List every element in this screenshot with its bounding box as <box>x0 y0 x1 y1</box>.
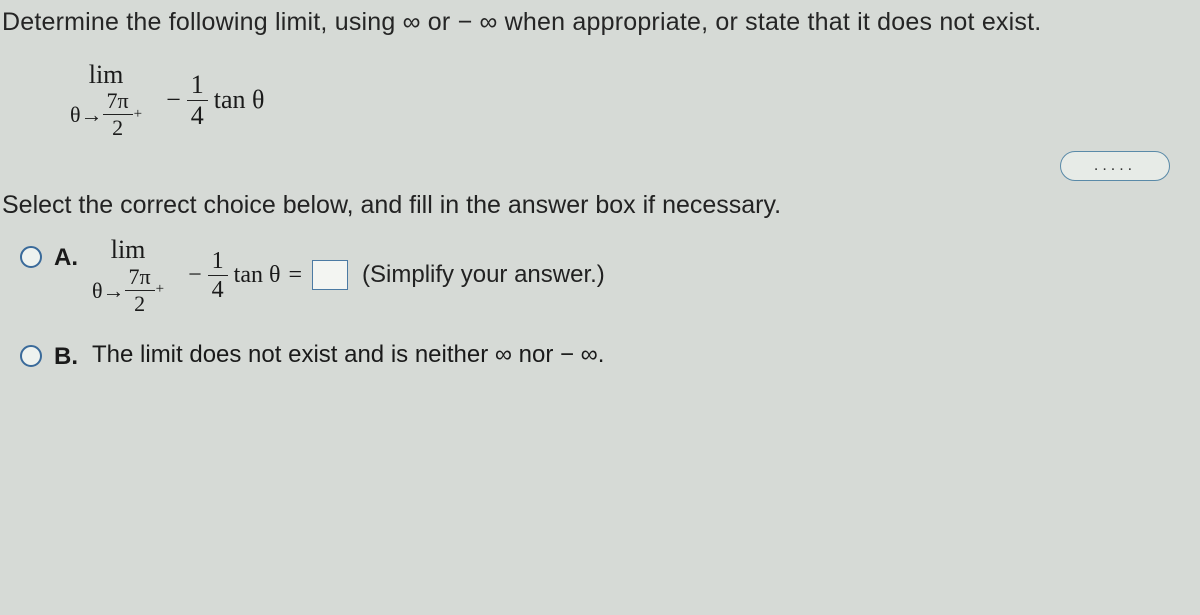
coef-num: 1 <box>187 72 208 101</box>
limit-target-fraction: 7π 2 <box>103 90 133 139</box>
choice-a-label: A. <box>54 244 78 272</box>
theta-arrow: θ→ <box>70 103 103 126</box>
equals-sign: = <box>289 262 303 289</box>
lim-word-a: lim <box>111 236 146 263</box>
radio-a[interactable] <box>20 246 42 268</box>
choice-b-label: B. <box>54 343 78 371</box>
frac-num-a: 7π <box>125 266 155 291</box>
choice-a-body: lim θ→ 7π 2 + − 1 4 tan θ = <box>92 240 605 314</box>
radio-b[interactable] <box>20 345 42 367</box>
coefficient-fraction: 1 4 <box>187 72 208 129</box>
limit-operator: lim θ→ 7π 2 + <box>70 61 142 139</box>
limit-target-fraction-a: 7π 2 <box>125 266 155 315</box>
expression-body: − 1 4 tan θ <box>160 72 264 129</box>
coef-num-a: 1 <box>208 249 228 276</box>
instruction-text: Select the correct choice below, and fil… <box>0 185 1200 240</box>
more-button[interactable]: ..... <box>1060 151 1170 181</box>
frac-den: 2 <box>108 115 127 139</box>
choice-b: B. The limit does not exist and is neith… <box>0 339 1200 371</box>
minus-sign-a: − <box>188 262 202 289</box>
tan-theta-a: tan θ <box>234 262 281 289</box>
minus-sign: − <box>166 85 181 115</box>
coefficient-fraction-a: 1 4 <box>208 249 228 302</box>
divider-zone: ..... <box>0 139 1200 185</box>
theta-arrow-a: θ→ <box>92 279 125 302</box>
approach-plus-a: + <box>156 282 164 298</box>
choice-b-text: The limit does not exist and is neither … <box>92 341 604 369</box>
choice-a-expression: lim θ→ 7π 2 + − 1 4 tan θ = <box>92 236 605 314</box>
limit-expression: lim θ→ 7π 2 + − 1 4 tan θ <box>70 61 265 139</box>
answer-input[interactable] <box>312 260 348 290</box>
limit-subscript: θ→ 7π 2 + <box>70 90 142 139</box>
choice-a: A. lim θ→ 7π 2 + − 1 4 ta <box>0 240 1200 314</box>
frac-num: 7π <box>103 90 133 115</box>
coef-den-a: 4 <box>208 276 228 302</box>
simplify-hint: (Simplify your answer.) <box>362 261 605 289</box>
limit-subscript-a: θ→ 7π 2 + <box>92 266 164 315</box>
expression-body-a: − 1 4 tan θ = <box>182 249 302 302</box>
approach-plus: + <box>134 107 142 123</box>
limit-operator-a: lim θ→ 7π 2 + <box>92 236 164 314</box>
tan-theta: tan θ <box>214 85 265 115</box>
frac-den-a: 2 <box>130 291 149 315</box>
coef-den: 4 <box>187 101 208 129</box>
lim-word: lim <box>89 61 124 88</box>
problem-prompt: Determine the following limit, using ∞ o… <box>0 0 1200 55</box>
